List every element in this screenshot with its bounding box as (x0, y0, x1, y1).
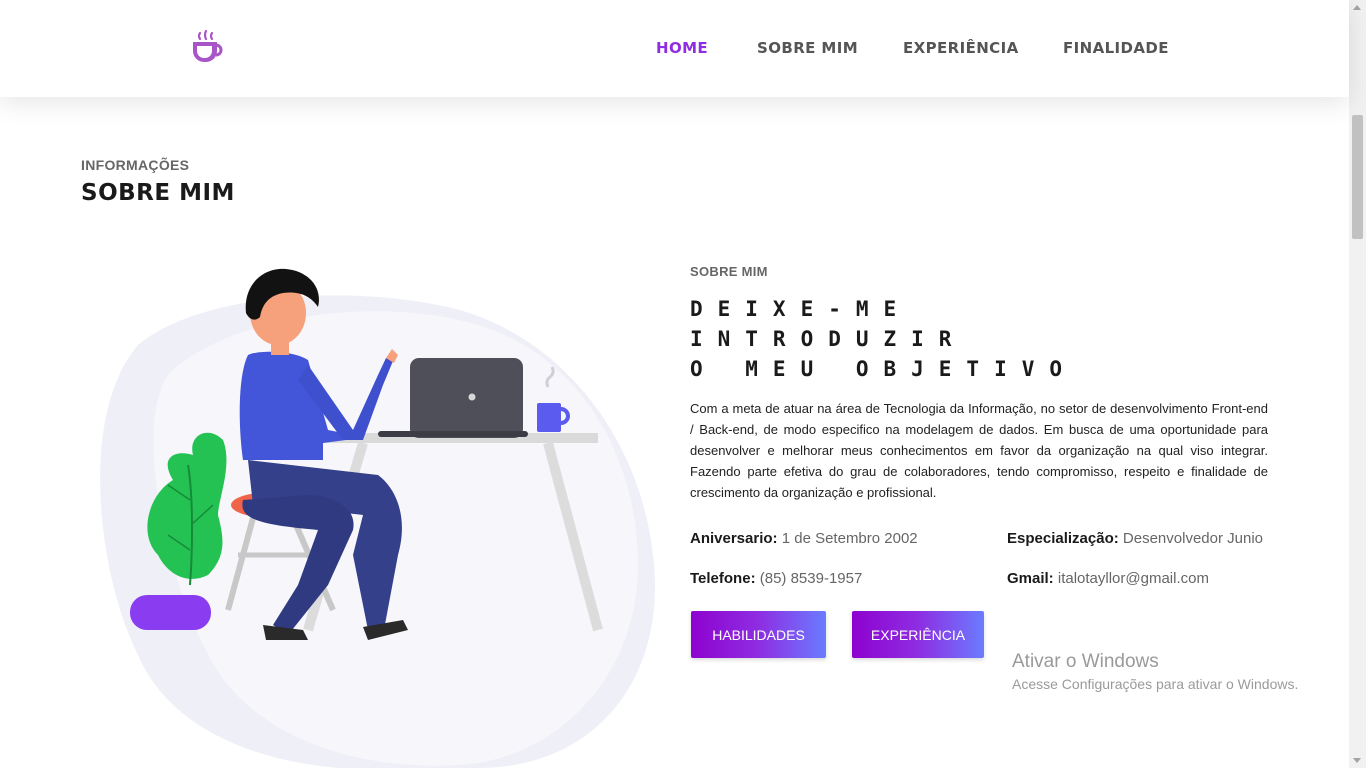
watermark-title: Ativar o Windows (1012, 651, 1159, 672)
scroll-down-arrow-icon[interactable] (1353, 758, 1361, 763)
developer-illustration (100, 268, 656, 768)
nav-home[interactable]: HOME (656, 39, 708, 57)
heading-line-2: INTRODUZIR (690, 327, 967, 351)
scroll-up-arrow-icon[interactable] (1353, 5, 1361, 10)
info-birthday-label: Aniversario: (690, 530, 778, 547)
section-title: SOBRE MIM (81, 180, 235, 206)
info-specialization-label: Especialização: (1007, 530, 1119, 547)
info-gmail-label: Gmail: (1007, 570, 1054, 587)
section-kicker: INFORMAÇÕES (81, 157, 190, 173)
scroll-thumb[interactable] (1352, 115, 1363, 239)
heading-line-1: DEIXE-ME (690, 297, 912, 321)
page-scrollbar[interactable] (1349, 0, 1366, 768)
about-heading: DEIXE-ME INTRODUZIR O MEU OBJETIVO (690, 294, 1077, 384)
nav-sobre-mim[interactable]: SOBRE MIM (757, 39, 858, 57)
info-birthday: Aniversario: 1 de Setembro 2002 (690, 530, 918, 547)
info-phone-label: Telefone: (690, 570, 756, 587)
heading-line-3: O MEU OBJETIVO (690, 357, 1078, 381)
experience-button[interactable]: EXPERIÊNCIA (852, 611, 984, 658)
about-kicker: SOBRE MIM (690, 264, 768, 279)
info-gmail-value[interactable]: italotayllor@gmail.com (1058, 570, 1209, 587)
watermark-subtitle: Acesse Configurações para ativar o Windo… (1012, 676, 1299, 692)
plant-pot (130, 595, 211, 630)
info-birthday-value: 1 de Setembro 2002 (781, 530, 918, 547)
info-phone: Telefone: (85) 8539-1957 (690, 570, 862, 587)
info-gmail: Gmail: italotayllor@gmail.com (1007, 570, 1209, 587)
nav-finalidade[interactable]: FINALIDADE (1063, 39, 1169, 57)
info-specialization: Especialização: Desenvolvedor Junio (1007, 530, 1263, 547)
info-phone-value: (85) 8539-1957 (759, 570, 863, 587)
about-description: Com a meta de atuar na área de Tecnologi… (690, 401, 1268, 500)
skills-button[interactable]: HABILIDADES (691, 611, 826, 658)
site-header: HOME SOBRE MIM EXPERIÊNCIA FINALIDADE (0, 0, 1349, 97)
info-specialization-value: Desenvolvedor Junio (1122, 530, 1263, 547)
nav-experiencia[interactable]: EXPERIÊNCIA (903, 39, 1019, 57)
laptop (410, 358, 523, 438)
mug (537, 403, 561, 432)
windows-activation-watermark: Ativar o Windows Acesse Configurações pa… (1012, 651, 1298, 692)
coffee-cup-icon[interactable] (190, 30, 226, 66)
